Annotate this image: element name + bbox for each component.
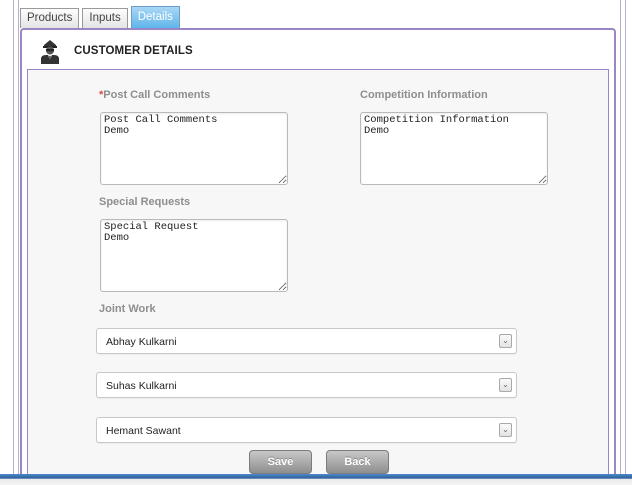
special-requests-label: Special Requests — [99, 196, 191, 208]
tab-products[interactable]: Products — [20, 8, 80, 28]
taskbar-strip — [0, 474, 632, 485]
tab-details[interactable]: Details — [130, 6, 180, 28]
frame-line — [620, 0, 621, 478]
frame-line — [625, 0, 626, 478]
select-value: Suhas Kulkarni — [106, 380, 177, 392]
back-button[interactable]: Back — [326, 450, 389, 474]
chevron-down-icon[interactable]: ⌄ — [499, 423, 512, 437]
page-title: CUSTOMER DETAILS — [74, 45, 193, 57]
select-value: Abhay Kulkarni — [106, 336, 177, 348]
post-call-comments-label-text: Post Call Comments — [103, 89, 211, 101]
joint-work-select-1[interactable]: Abhay Kulkarni ⌄ — [96, 328, 517, 354]
frame-line — [13, 0, 14, 478]
competition-information-field[interactable]: Competition Information Demo — [360, 112, 548, 185]
chevron-down-icon[interactable]: ⌄ — [499, 334, 512, 348]
form-area: *Post Call Comments Post Call Comments D… — [27, 69, 609, 480]
select-value: Hemant Sawant — [106, 425, 181, 437]
competition-information-label: Competition Information — [360, 89, 488, 101]
post-call-comments-field[interactable]: Post Call Comments Demo — [100, 112, 288, 185]
customer-details-panel: CUSTOMER DETAILS *Post Call Comments Pos… — [20, 28, 616, 480]
special-requests-field[interactable]: Special Request Demo — [100, 219, 288, 292]
joint-work-label: Joint Work — [99, 303, 156, 315]
joint-work-select-2[interactable]: Suhas Kulkarni ⌄ — [96, 372, 517, 398]
panel-header: CUSTOMER DETAILS — [22, 30, 614, 68]
frame-line — [18, 0, 19, 478]
save-button[interactable]: Save — [249, 450, 312, 474]
joint-work-select-3[interactable]: Hemant Sawant ⌄ — [96, 417, 517, 443]
chevron-down-icon[interactable]: ⌄ — [499, 378, 512, 392]
person-agent-icon — [41, 40, 59, 64]
tab-bar: Products Inputs Details — [20, 6, 183, 28]
tab-inputs[interactable]: Inputs — [82, 8, 128, 28]
post-call-comments-label: *Post Call Comments — [99, 89, 210, 101]
